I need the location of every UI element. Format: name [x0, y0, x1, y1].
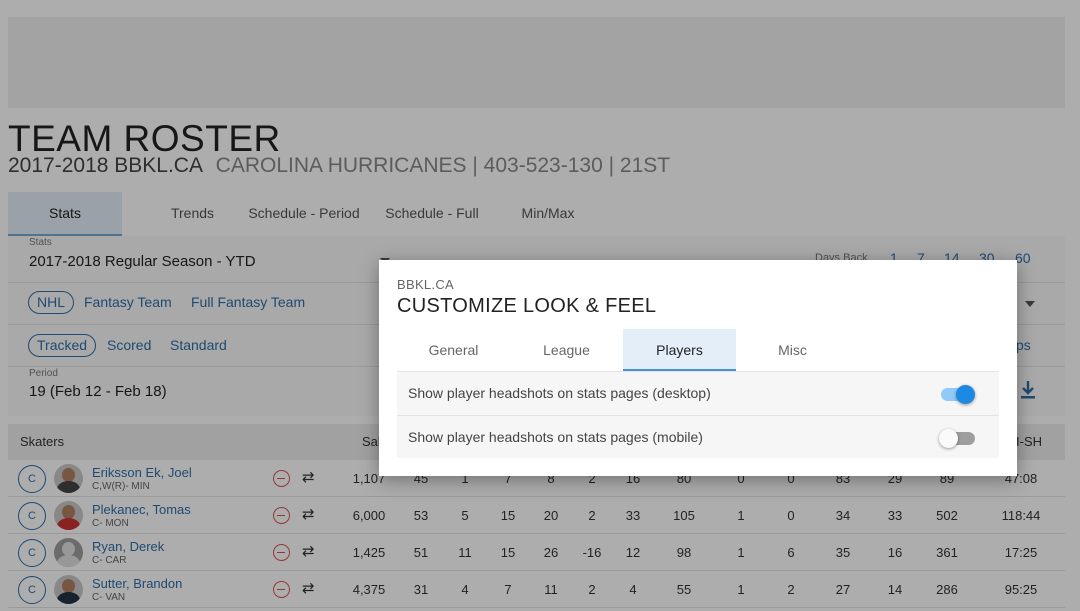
setting-label: Show player headshots on stats pages (mo… [408, 429, 703, 445]
tab-general[interactable]: General [397, 329, 510, 371]
customize-dialog: BBKL.CA CUSTOMIZE LOOK & FEEL General Le… [379, 260, 1017, 476]
tab-league[interactable]: League [510, 329, 623, 371]
setting-row-desktop-headshots: Show player headshots on stats pages (de… [397, 372, 999, 415]
dialog-title: CUSTOMIZE LOOK & FEEL [397, 295, 657, 317]
setting-row-mobile-headshots: Show player headshots on stats pages (mo… [397, 415, 999, 458]
desktop-headshots-toggle[interactable] [939, 385, 975, 404]
dialog-kicker: BBKL.CA [397, 277, 455, 292]
mobile-headshots-toggle[interactable] [939, 429, 975, 448]
setting-label: Show player headshots on stats pages (de… [408, 385, 711, 401]
tab-misc[interactable]: Misc [736, 329, 849, 371]
tab-players[interactable]: Players [623, 329, 736, 371]
